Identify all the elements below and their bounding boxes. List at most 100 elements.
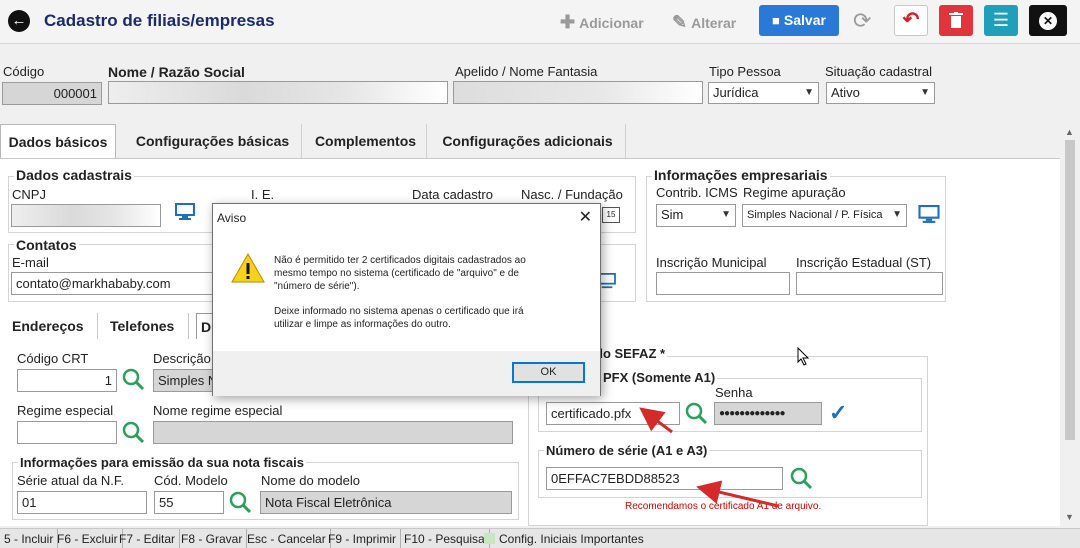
search-icon[interactable] <box>121 367 145 397</box>
scroll-down-icon[interactable]: ▼ <box>1065 512 1074 522</box>
status-excluir: F6 - Excluir <box>53 529 123 548</box>
menu-button[interactable]: ☰ <box>984 5 1018 36</box>
nome-regime-field <box>153 421 513 444</box>
email-field[interactable]: contato@markhababy.com <box>11 272 216 295</box>
situacao-label: Situação cadastral <box>825 64 932 79</box>
nome-regime-label: Nome regime especial <box>153 403 283 418</box>
tab-configuracoes-adicionais[interactable]: Configurações adicionais <box>430 124 626 158</box>
status-pesquisa: F10 - Pesquisa <box>400 529 490 548</box>
status-editar: F7 - Editar <box>115 529 181 548</box>
regime-apuracao-select[interactable]: Simples Nacional / P. Física ▼ <box>742 204 907 227</box>
close-button[interactable]: ✕ <box>1029 5 1067 36</box>
cod-modelo-field[interactable]: 55 <box>154 491 224 514</box>
calendar-icon[interactable]: 15 <box>602 207 620 223</box>
nome-field[interactable] <box>108 81 448 104</box>
dialog-line: utilizar e limpe as informações do outro… <box>274 319 451 330</box>
status-config[interactable]: Config. Iniciais Importantes <box>480 529 648 548</box>
status-incluir: 5 - Incluir <box>0 529 59 548</box>
dialog-line: mesmo tempo no sistema (certificado de "… <box>274 268 519 279</box>
computer-icon[interactable] <box>175 203 195 226</box>
situacao-select[interactable]: Ativo ▼ <box>826 82 935 104</box>
descricao-field: Simples N <box>153 369 213 392</box>
codigo-field[interactable]: 000001 <box>2 82 102 105</box>
delete-button[interactable] <box>939 5 973 36</box>
email-label: E-mail <box>12 255 49 270</box>
arrow-to-pfx <box>639 407 673 434</box>
tipo-pessoa-select[interactable]: Jurídica ▼ <box>708 82 819 104</box>
contrib-icms-label: Contrib. ICMS <box>656 185 738 200</box>
inscricao-estadual-field[interactable] <box>796 272 943 295</box>
computer-icon[interactable] <box>918 205 940 229</box>
status-imprimir: F9 - Imprimir <box>324 529 401 548</box>
undo-icon: ↶ <box>902 9 920 31</box>
sefaz-title: do SEFAZ * <box>593 346 668 361</box>
arrow-to-serie <box>696 480 779 508</box>
chevron-down-icon: ▼ <box>920 87 930 98</box>
contrib-icms-value: Sim <box>661 207 684 222</box>
back-arrow-icon[interactable]: ← <box>8 10 30 32</box>
nome-modelo-field: Nota Fiscal Eletrônica <box>260 491 512 514</box>
save-button[interactable]: ■ Salvar <box>759 5 839 36</box>
chevron-down-icon: ▼ <box>892 209 902 220</box>
dialog-line: Deixe informado no sistema apenas o cert… <box>274 306 524 317</box>
dialog-footer: OK <box>213 351 600 396</box>
nasc-fundacao-label: Nasc. / Fundação <box>521 187 623 202</box>
vertical-scrollbar[interactable]: ▲ ▼ <box>1062 124 1078 526</box>
menu-icon: ☰ <box>992 10 1010 30</box>
check-icon: ✓ <box>829 400 848 425</box>
status-gravar: F8 - Gravar <box>177 529 248 548</box>
page-title: Cadastro de filiais/empresas <box>44 11 275 30</box>
dialog-line: "número de série"). <box>274 281 360 292</box>
pfx-title: PFX (Somente A1) <box>601 370 718 385</box>
senha-label: Senha <box>715 385 753 400</box>
serie-nf-field[interactable]: 01 <box>17 491 147 514</box>
dialog-spacer <box>274 293 594 305</box>
apelido-field[interactable] <box>453 81 703 104</box>
add-label: Adicionar <box>579 15 644 31</box>
annotation-arrows <box>639 407 779 508</box>
tipo-pessoa-value: Jurídica <box>713 85 759 100</box>
close-icon: ✕ <box>1039 12 1057 30</box>
descricao-label: Descrição <box>153 351 211 366</box>
scrollbar-thumb[interactable] <box>1065 140 1075 440</box>
info-empresariais-title: Informações empresariais <box>652 167 830 183</box>
ie-label: I. E. <box>251 187 275 202</box>
inscricao-municipal-field[interactable] <box>656 272 790 295</box>
cod-modelo-label: Cód. Modelo <box>154 473 228 488</box>
apelido-label: Apelido / Nome Fantasia <box>455 64 598 79</box>
search-icon[interactable] <box>121 420 145 450</box>
dados-cadastrais-title: Dados cadastrais <box>14 167 134 183</box>
subtab-enderecos[interactable]: Endereços <box>12 313 84 339</box>
edit-button[interactable]: ✎ Alterar <box>672 12 736 33</box>
undo-button[interactable]: ↶ <box>894 5 928 36</box>
ok-button[interactable]: OK <box>512 362 585 383</box>
status-config-label: Config. Iniciais Importantes <box>499 532 644 546</box>
tab-configuracoes-basicas[interactable]: Configurações básicas <box>124 124 302 158</box>
inscricao-estadual-label: Inscrição Estadual (ST) <box>796 255 932 270</box>
cnpj-label: CNPJ <box>12 187 46 202</box>
chevron-down-icon: ▼ <box>721 209 731 220</box>
add-button[interactable]: ✚ Adicionar <box>560 12 644 33</box>
tab-complementos[interactable]: Complementos <box>305 124 427 158</box>
config-icon <box>484 533 495 544</box>
divider <box>97 313 98 339</box>
cnpj-field[interactable] <box>11 204 161 227</box>
refresh-icon[interactable]: ⟳ <box>853 8 871 34</box>
data-cadastro-label: Data cadastro <box>412 187 493 202</box>
codigo-crt-label: Código CRT <box>17 351 89 366</box>
regime-apuracao-value: Simples Nacional / P. Física <box>747 209 883 221</box>
close-icon[interactable]: ✕ <box>579 207 592 227</box>
dialog-title: Aviso <box>217 211 247 225</box>
subtab-telefones[interactable]: Telefones <box>110 313 174 339</box>
situacao-value: Ativo <box>831 85 860 100</box>
emissao-title: Informações para emissão da sua nota fis… <box>18 455 306 470</box>
contrib-icms-select[interactable]: Sim ▼ <box>656 204 736 227</box>
regime-especial-field[interactable] <box>17 421 117 444</box>
pencil-icon: ✎ <box>672 12 688 32</box>
tab-dados-basicos[interactable]: Dados básicos <box>0 124 116 158</box>
search-icon[interactable] <box>228 490 252 520</box>
contatos-title: Contatos <box>14 237 79 253</box>
toolbar: ← Cadastro de filiais/empresas ✚ Adiciona… <box>0 0 1080 44</box>
codigo-crt-field[interactable]: 1 <box>17 369 117 392</box>
scroll-up-icon[interactable]: ▲ <box>1065 127 1074 137</box>
